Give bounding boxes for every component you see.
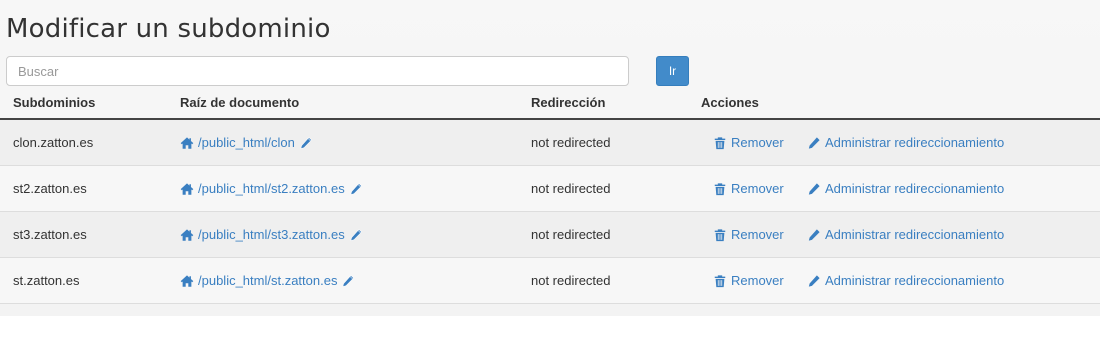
home-icon: [180, 228, 194, 242]
redirect-status: not redirected: [531, 273, 611, 288]
trash-icon: [713, 136, 727, 150]
docroot-link[interactable]: /public_html/clon: [180, 135, 313, 150]
header-redirection: Redirección: [531, 95, 606, 110]
home-icon: [180, 182, 194, 196]
pencil-icon: [807, 228, 821, 242]
header-subdomains: Subdominios: [13, 95, 96, 110]
search-go-button[interactable]: Ir: [656, 56, 689, 86]
manage-redirect-label: Administrar redireccionamiento: [825, 135, 1005, 150]
trash-icon: [713, 228, 727, 242]
docroot-path: /public_html/clon: [198, 135, 295, 150]
docroot-link[interactable]: /public_html/st2.zatton.es: [180, 181, 363, 196]
search-input[interactable]: [6, 56, 629, 86]
remove-label: Remover: [731, 227, 784, 242]
remove-link[interactable]: Remover: [713, 227, 784, 242]
redirect-status: not redirected: [531, 181, 611, 196]
table-row: st.zatton.es /public_html/st.zatton.es n…: [0, 258, 1100, 304]
manage-redirect-label: Administrar redireccionamiento: [825, 181, 1005, 196]
home-icon: [180, 274, 194, 288]
subdomain-name: st3.zatton.es: [13, 227, 87, 242]
pencil-icon[interactable]: [341, 274, 355, 288]
pencil-icon: [807, 274, 821, 288]
redirect-status: not redirected: [531, 227, 611, 242]
manage-redirect-link[interactable]: Administrar redireccionamiento: [807, 273, 1004, 288]
docroot-path: /public_html/st.zatton.es: [198, 273, 338, 288]
trash-icon: [713, 274, 727, 288]
manage-redirect-link[interactable]: Administrar redireccionamiento: [807, 135, 1004, 150]
pencil-icon[interactable]: [349, 182, 363, 196]
subdomain-name: st.zatton.es: [13, 273, 80, 288]
table-row: clon.zatton.es /public_html/clon not red…: [0, 120, 1100, 166]
pencil-icon[interactable]: [349, 228, 363, 242]
subdomain-name: clon.zatton.es: [13, 135, 94, 150]
manage-redirect-label: Administrar redireccionamiento: [825, 273, 1005, 288]
manage-redirect-label: Administrar redireccionamiento: [825, 227, 1005, 242]
remove-label: Remover: [731, 181, 784, 196]
manage-redirect-link[interactable]: Administrar redireccionamiento: [807, 227, 1004, 242]
home-icon: [180, 136, 194, 150]
subdomain-panel: Modificar un subdominio Ir Subdominios R…: [0, 0, 1100, 316]
redirect-status: not redirected: [531, 135, 611, 150]
table-row: st2.zatton.es /public_html/st2.zatton.es…: [0, 166, 1100, 212]
remove-link[interactable]: Remover: [713, 273, 784, 288]
header-actions: Acciones: [701, 95, 759, 110]
trash-icon: [713, 182, 727, 196]
remove-link[interactable]: Remover: [713, 135, 784, 150]
manage-redirect-link[interactable]: Administrar redireccionamiento: [807, 181, 1004, 196]
pencil-icon[interactable]: [299, 136, 313, 150]
pencil-icon: [807, 136, 821, 150]
remove-label: Remover: [731, 135, 784, 150]
remove-link[interactable]: Remover: [713, 181, 784, 196]
docroot-link[interactable]: /public_html/st.zatton.es: [180, 273, 355, 288]
docroot-path: /public_html/st2.zatton.es: [198, 181, 345, 196]
table-header: Subdominios Raíz de documento Redirecció…: [0, 87, 1100, 120]
subdomain-name: st2.zatton.es: [13, 181, 87, 196]
page-title: Modificar un subdominio: [6, 14, 331, 44]
pencil-icon: [807, 182, 821, 196]
table-row: st3.zatton.es /public_html/st3.zatton.es…: [0, 212, 1100, 258]
docroot-path: /public_html/st3.zatton.es: [198, 227, 345, 242]
remove-label: Remover: [731, 273, 784, 288]
header-document-root: Raíz de documento: [180, 95, 300, 110]
docroot-link[interactable]: /public_html/st3.zatton.es: [180, 227, 363, 242]
